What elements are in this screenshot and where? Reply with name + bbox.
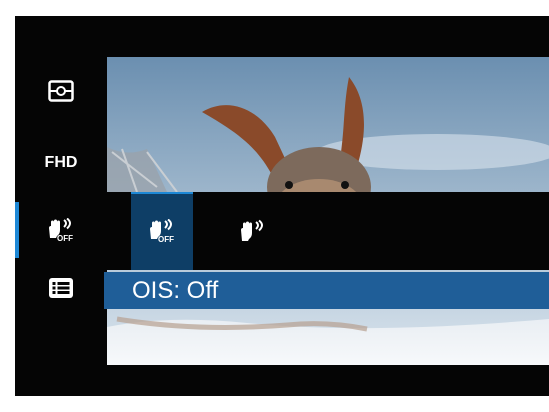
option-bar: OFF bbox=[107, 192, 549, 270]
setting-caption: OIS: Off bbox=[104, 272, 549, 309]
svg-text:OFF: OFF bbox=[158, 235, 174, 243]
ois-off-icon: OFF bbox=[49, 218, 73, 242]
sidebar-menu: FHD OFF bbox=[15, 16, 107, 396]
sidebar-item-resolution[interactable]: FHD bbox=[15, 135, 107, 191]
ois-off-icon: OFF bbox=[150, 219, 174, 243]
sidebar-item-metering[interactable] bbox=[15, 63, 107, 119]
svg-text:OFF: OFF bbox=[57, 234, 73, 242]
sidebar-item-ois[interactable]: OFF bbox=[15, 202, 107, 258]
option-ois-on[interactable] bbox=[221, 192, 283, 270]
ois-on-icon bbox=[241, 219, 263, 241]
menu-list-icon bbox=[49, 278, 73, 298]
camera-screen: FHD OFF OFF OIS: Off bbox=[15, 16, 549, 396]
resolution-label: FHD bbox=[44, 154, 78, 171]
option-ois-off[interactable]: OFF bbox=[131, 192, 193, 270]
metering-icon bbox=[48, 80, 74, 102]
sidebar-item-menu[interactable] bbox=[15, 260, 107, 316]
